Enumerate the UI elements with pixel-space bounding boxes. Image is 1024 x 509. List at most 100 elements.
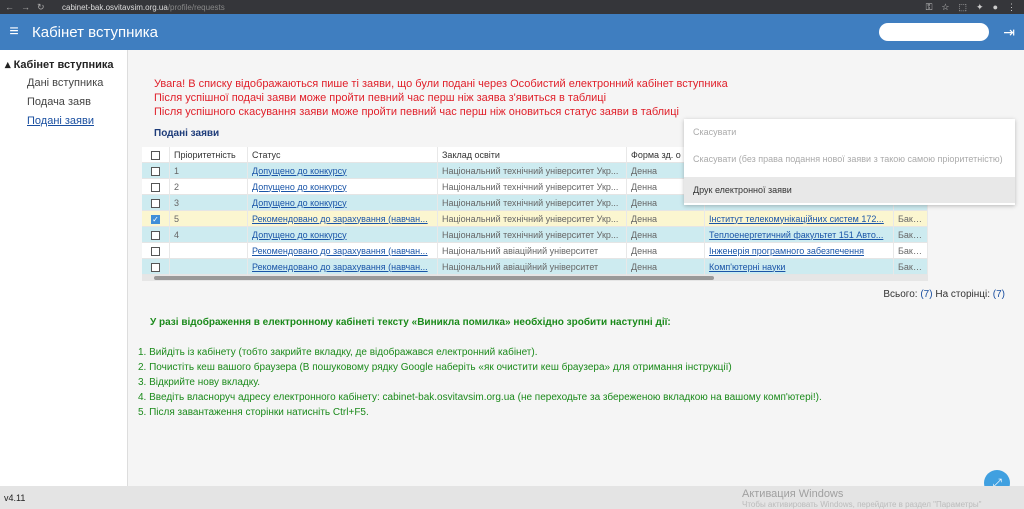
star-icon[interactable]: ☆ bbox=[941, 2, 949, 13]
checkbox[interactable]: ✓ bbox=[151, 214, 160, 224]
back-icon[interactable]: ← bbox=[5, 0, 14, 14]
help-step: 4. Введіть власноруч адресу електронного… bbox=[138, 392, 822, 403]
cell-form-text: Денна bbox=[631, 197, 658, 208]
row-checkbox[interactable]: ✓ bbox=[142, 210, 170, 227]
cell-status[interactable]: Допущено до конкурсу bbox=[248, 178, 438, 195]
cell-faculty-text[interactable]: Комп'ютерні науки bbox=[709, 262, 785, 272]
cell-faculty[interactable]: Теплоенергетичний факультет 151 Авто... bbox=[705, 226, 894, 243]
cell-institution: Національний технічний університет Укр..… bbox=[438, 226, 627, 243]
sidebar-item-submit-applications[interactable]: Подача заяв bbox=[0, 93, 127, 112]
cell-status-text[interactable]: Рекомендовано до зарахування (навчан... bbox=[252, 246, 428, 256]
checkbox[interactable] bbox=[151, 230, 160, 240]
column-header-status[interactable]: Статус bbox=[248, 146, 438, 163]
cell-priority-text: 5 bbox=[174, 213, 180, 224]
address-bar[interactable]: cabinet-bak.osvitavsim.org.ua/profile/re… bbox=[62, 3, 225, 12]
key-icon[interactable]: ⚿ bbox=[926, 2, 933, 13]
table-row[interactable]: ✓ 5 Рекомендовано до зарахування (навчан..… bbox=[142, 210, 928, 227]
help-step: 2. Почистіть кеш вашого браузера (В пошу… bbox=[138, 362, 732, 373]
cell-faculty[interactable]: Інститут телекомунікаційних систем 172..… bbox=[705, 210, 894, 227]
profile-icon[interactable]: ● bbox=[993, 2, 998, 13]
sidebar-item-applicant-data[interactable]: Дані вступника bbox=[0, 74, 127, 93]
menu-icon[interactable]: ≡ bbox=[0, 23, 28, 41]
checkbox[interactable] bbox=[151, 182, 160, 192]
menu-item-cancel-no-resubmit[interactable]: Скасувати (без права подання нової заяви… bbox=[684, 146, 1015, 173]
cell-status-text[interactable]: Допущено до конкурсу bbox=[252, 182, 347, 192]
more-icon[interactable]: ⋮ bbox=[1007, 2, 1016, 13]
column-header-priority[interactable]: Пріоритетність bbox=[170, 146, 248, 163]
checkbox[interactable] bbox=[151, 198, 160, 208]
error-help-steps: 1. Вийдіть із кабінету (тобто закрийте в… bbox=[138, 345, 822, 420]
cell-status[interactable]: Допущено до конкурсу bbox=[248, 162, 438, 179]
cell-institution-text: Національний авіаційний університет bbox=[442, 261, 599, 272]
checkbox[interactable] bbox=[151, 166, 160, 176]
cell-status[interactable]: Рекомендовано до зарахування (навчан... bbox=[248, 242, 438, 259]
cell-priority-text: 1 bbox=[174, 165, 180, 176]
table-row[interactable]: Рекомендовано до зарахування (навчан... Н… bbox=[142, 242, 928, 259]
column-header-institution[interactable]: Заклад освіти bbox=[438, 146, 627, 163]
page-label: На сторінці: bbox=[935, 289, 990, 300]
cell-priority-text: 4 bbox=[174, 229, 180, 240]
cell-faculty-text[interactable]: Інститут телекомунікаційних систем 172..… bbox=[709, 214, 884, 224]
cell-status-text[interactable]: Рекомендовано до зарахування (навчан... bbox=[252, 214, 428, 224]
row-checkbox[interactable] bbox=[142, 178, 170, 195]
table-row[interactable]: 4 Допущено до конкурсу Національний техніч… bbox=[142, 226, 928, 243]
horizontal-scrollbar[interactable] bbox=[142, 275, 928, 281]
cell-institution: Національний авіаційний університет bbox=[438, 242, 627, 259]
cell-priority bbox=[170, 242, 248, 259]
actions-dropdown: Скасувати Скасувати (без права подання н… bbox=[684, 119, 1015, 205]
help-step: 5. Після завантаження сторінки натисніть… bbox=[138, 407, 369, 418]
reload-icon[interactable]: ↻ bbox=[37, 0, 45, 14]
row-checkbox[interactable] bbox=[142, 194, 170, 211]
cell-faculty-text[interactable]: Теплоенергетичний факультет 151 Авто... bbox=[709, 230, 883, 240]
cell-status-text[interactable]: Допущено до конкурсу bbox=[252, 230, 347, 240]
sidebar: ▴ Кабінет вступника Дані вступника Подач… bbox=[0, 50, 128, 486]
section-title: Подані заяви bbox=[154, 128, 220, 139]
cell-institution: Національний технічний університет Укр..… bbox=[438, 194, 627, 211]
row-checkbox[interactable] bbox=[142, 258, 170, 275]
cell-institution-text: Національний авіаційний університет bbox=[442, 245, 599, 256]
menu-item-print[interactable]: Друк електронної заяви bbox=[684, 177, 1015, 203]
sidebar-item-submitted-applications[interactable]: Подані заяви bbox=[0, 112, 127, 131]
cell-form: Денна bbox=[627, 242, 705, 259]
cell-level-text: Бакалавр bbox=[898, 245, 928, 256]
extension-icon[interactable]: ⬚ bbox=[959, 2, 968, 13]
cell-priority: 2 bbox=[170, 178, 248, 195]
cell-priority: 5 bbox=[170, 210, 248, 227]
cell-status[interactable]: Допущено до конкурсу bbox=[248, 194, 438, 211]
cell-institution: Національний авіаційний університет bbox=[438, 258, 627, 275]
cell-status-text[interactable]: Допущено до конкурсу bbox=[252, 198, 347, 208]
cell-faculty-text[interactable]: Інженерія програмного забезпечення bbox=[709, 246, 864, 256]
checkbox[interactable] bbox=[151, 262, 160, 272]
watermark-title: Активация Windows bbox=[742, 488, 844, 500]
cell-status[interactable]: Допущено до конкурсу bbox=[248, 226, 438, 243]
puzzle-icon[interactable]: ✦ bbox=[976, 2, 984, 13]
row-checkbox[interactable] bbox=[142, 226, 170, 243]
row-checkbox[interactable] bbox=[142, 242, 170, 259]
logout-icon[interactable]: ⇥ bbox=[1003, 24, 1015, 41]
checkbox[interactable] bbox=[151, 246, 160, 256]
cell-priority-text: 3 bbox=[174, 197, 180, 208]
main-content: Увага! В списку відображаються пише ті з… bbox=[128, 50, 1024, 496]
warning-line: Після успішного скасування заяви може пр… bbox=[154, 106, 679, 118]
cell-faculty[interactable]: Інженерія програмного забезпечення bbox=[705, 242, 894, 259]
cell-faculty[interactable]: Комп'ютерні науки bbox=[705, 258, 894, 275]
help-step: 3. Відкрийте нову вкладку. bbox=[138, 377, 261, 388]
cell-form: Денна bbox=[627, 210, 705, 227]
cell-status[interactable]: Рекомендовано до зарахування (навчан... bbox=[248, 258, 438, 275]
watermark-subtitle: Чтобы активировать Windows, перейдите в … bbox=[742, 500, 982, 509]
select-all-checkbox[interactable] bbox=[142, 146, 170, 163]
menu-item-cancel[interactable]: Скасувати bbox=[684, 119, 1015, 146]
total-label: Всього: bbox=[883, 289, 918, 300]
cell-status-text[interactable]: Допущено до конкурсу bbox=[252, 166, 347, 176]
cell-form-text: Денна bbox=[631, 229, 658, 240]
totals: Всього: (7) На сторінці: (7) bbox=[883, 289, 1005, 300]
table-row[interactable]: Рекомендовано до зарахування (навчан... Н… bbox=[142, 258, 928, 275]
forward-icon[interactable]: → bbox=[21, 0, 30, 14]
row-checkbox[interactable] bbox=[142, 162, 170, 179]
cell-status-text[interactable]: Рекомендовано до зарахування (навчан... bbox=[252, 262, 428, 272]
warning-notice: Увага! В списку відображаються пише ті з… bbox=[154, 77, 728, 119]
sidebar-group[interactable]: ▴ Кабінет вступника bbox=[0, 58, 127, 74]
cell-status[interactable]: Рекомендовано до зарахування (навчан... bbox=[248, 210, 438, 227]
scrollbar-thumb[interactable] bbox=[154, 276, 714, 280]
app-header: ≡ Кабінет вступника ⇥ bbox=[0, 14, 1024, 50]
